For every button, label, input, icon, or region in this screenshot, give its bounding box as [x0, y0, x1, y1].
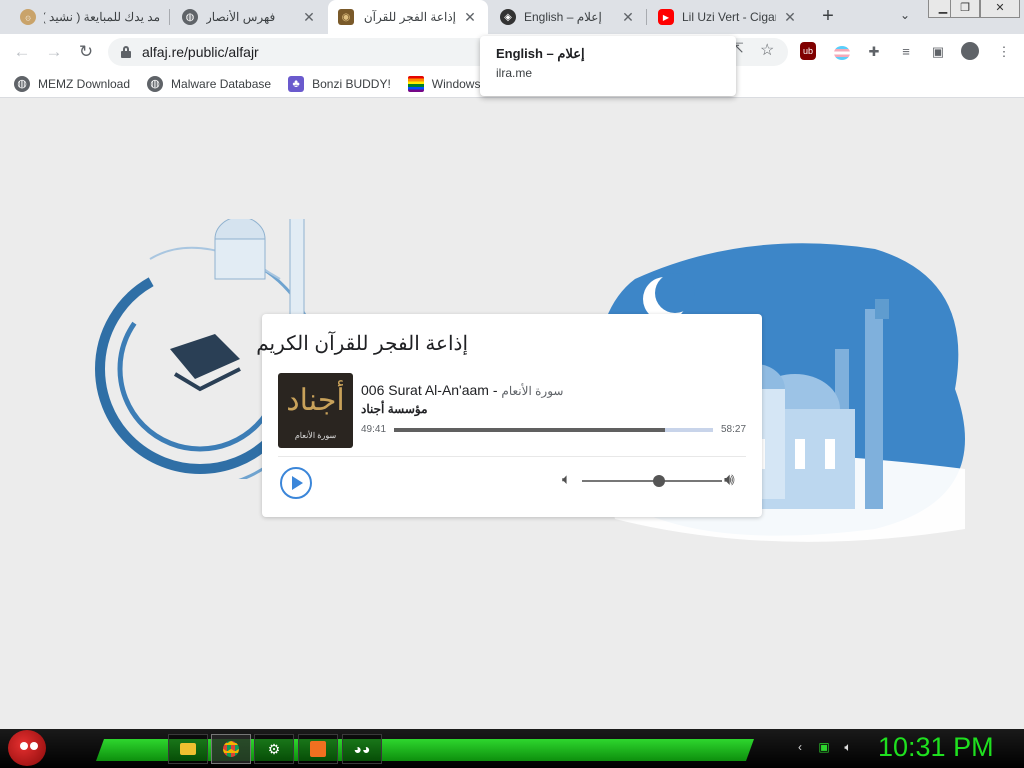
extensions-puzzle-icon[interactable]: ✚	[864, 42, 884, 62]
track-title: 006 Surat Al-An'aam - سورة الأنعام	[361, 382, 563, 398]
bookmark-star-icon[interactable]: ☆	[760, 40, 774, 60]
cover-logo-text: أجناد	[286, 383, 345, 418]
taskbar: ⚙ ◕◕ ‹ ▣ 🔈︎ 10:31 PM	[0, 729, 1024, 768]
tab-alfajr-radio[interactable]: ◉ إذاعة الفجر للقرآن الكري ✕	[328, 0, 488, 34]
battery-icon[interactable]: ▣	[816, 740, 832, 756]
new-tab-button[interactable]: +	[816, 5, 840, 29]
forward-arrow-icon[interactable]: →	[42, 40, 66, 64]
volume-slider-thumb[interactable]	[653, 475, 665, 487]
tab-nasheed[interactable]: ۞ مد يدك للمبايعة ( نشيد )	[10, 0, 170, 34]
cover-caption: سورة الأنعام	[294, 431, 337, 440]
track-artist: مؤسسة أجناد	[361, 402, 428, 416]
windows-flag-icon	[407, 75, 424, 92]
globe-icon: ◍	[147, 75, 164, 92]
bookmark-label: Malware Database	[171, 76, 272, 91]
radio-title: إذاعة الفجر للقرآن الكريم	[256, 333, 468, 355]
tab-title: إذاعة الفجر للقرآن الكري	[362, 10, 456, 24]
tab-ilra[interactable]: ◈ English – إعلام ✕	[490, 0, 646, 34]
volume-mute-icon[interactable]: 🔈︎	[562, 471, 578, 491]
close-tab-icon[interactable]: ✕	[301, 9, 317, 26]
back-arrow-icon[interactable]: ←	[10, 40, 34, 64]
tab-separator	[646, 9, 647, 25]
quran-icon: ۞	[20, 9, 36, 25]
app-orange-icon[interactable]	[298, 734, 338, 764]
bookmark-memz[interactable]: ◍ MEMZ Download	[14, 75, 131, 92]
kebab-menu-icon[interactable]: ⋮	[994, 42, 1014, 62]
tab-youtube[interactable]: ▶ Lil Uzi Vert - Cigar ✕	[648, 0, 808, 34]
radio-player-card: إذاعة الفجر للقرآن الكريم أجناد سورة الأ…	[256, 314, 762, 517]
tab-strip: ۞ مد يدك للمبايعة ( نشيد ) ◍ فهرس الأنصا…	[0, 0, 1024, 34]
bookmark-label: Bonzi BUDDY!	[312, 76, 391, 91]
tab-title: English – إعلام	[524, 10, 602, 24]
tab-title: Lil Uzi Vert - Cigar	[682, 10, 776, 24]
close-tab-icon[interactable]: ✕	[620, 9, 636, 26]
youtube-icon: ▶	[658, 9, 674, 25]
start-button-angry-bird-icon[interactable]	[8, 730, 46, 766]
radio-logo-icon: ◉	[338, 9, 354, 25]
track-title-ar: سورة الأنعام	[501, 384, 564, 398]
close-tab-icon[interactable]: ✕	[462, 9, 478, 26]
progress-bar[interactable]	[394, 428, 713, 432]
app-eyes-icon[interactable]: ◕◕	[342, 734, 382, 764]
profile-avatar-icon[interactable]	[960, 42, 980, 62]
close-tab-icon[interactable]: ✕	[782, 9, 798, 26]
restore-button[interactable]: ❐	[950, 0, 980, 18]
progress-fill	[394, 428, 666, 432]
page-content: إذاعة الفجر للقرآن الكريم أجناد سورة الأ…	[0, 99, 1024, 729]
play-button[interactable]	[280, 467, 312, 499]
url-text: alfaj.re/public/alfajr	[142, 44, 259, 60]
tab-hovercard: English – إعلام ilra.me	[480, 36, 736, 96]
globe-icon: ◍	[182, 9, 198, 25]
window-close-button[interactable]: ✕	[980, 0, 1020, 18]
bonzi-icon: ♣	[288, 75, 305, 92]
globe-icon: ◍	[14, 75, 30, 92]
speaker-icon[interactable]: 🔈︎	[840, 740, 856, 756]
lock-icon	[120, 46, 132, 58]
bookmark-malware-database[interactable]: ◍ Malware Database	[147, 75, 272, 92]
total-duration: 58:27	[721, 424, 747, 435]
bookmark-label: Windows I	[431, 76, 488, 91]
bookmark-label: MEMZ Download	[38, 76, 131, 91]
elapsed-time: 49:41	[361, 424, 387, 435]
tab-ansar-index[interactable]: ◍ فهرس الأنصار ✕	[172, 0, 327, 34]
trans-flag-extension-icon[interactable]	[832, 42, 852, 62]
bookmark-bonzi-buddy[interactable]: ♣ Bonzi BUDDY!	[288, 75, 391, 92]
reload-icon[interactable]: ↻	[74, 40, 98, 64]
bookmark-windows[interactable]: Windows I	[407, 75, 488, 92]
ilra-icon: ◈	[500, 9, 516, 25]
hovercard-title: English – إعلام	[496, 46, 585, 61]
volume-up-icon[interactable]: 🔊︎	[724, 470, 746, 492]
media-queue-icon[interactable]: ≡	[896, 42, 916, 62]
settings-gear-icon[interactable]: ⚙	[254, 734, 294, 764]
tray-chevron-icon[interactable]: ‹	[792, 740, 808, 756]
tab-title: فهرس الأنصار	[206, 10, 276, 24]
divider	[278, 456, 746, 457]
taskbar-clock[interactable]: 10:31 PM	[878, 732, 994, 763]
chrome-icon[interactable]	[211, 734, 251, 764]
tab-title: مد يدك للمبايعة ( نشيد )	[44, 10, 160, 24]
tab-search-chevron-icon[interactable]: ⌄	[896, 8, 914, 26]
album-cover: أجناد سورة الأنعام	[278, 373, 353, 448]
track-title-en: 006 Surat Al-An'aam -	[361, 382, 498, 398]
ublock-icon[interactable]: ub	[800, 42, 816, 60]
tab-separator	[169, 9, 170, 25]
side-panel-icon[interactable]: ▣	[928, 42, 948, 62]
file-explorer-icon[interactable]	[168, 734, 208, 764]
volume-slider[interactable]	[582, 480, 722, 482]
hovercard-url: ilra.me	[496, 66, 533, 80]
